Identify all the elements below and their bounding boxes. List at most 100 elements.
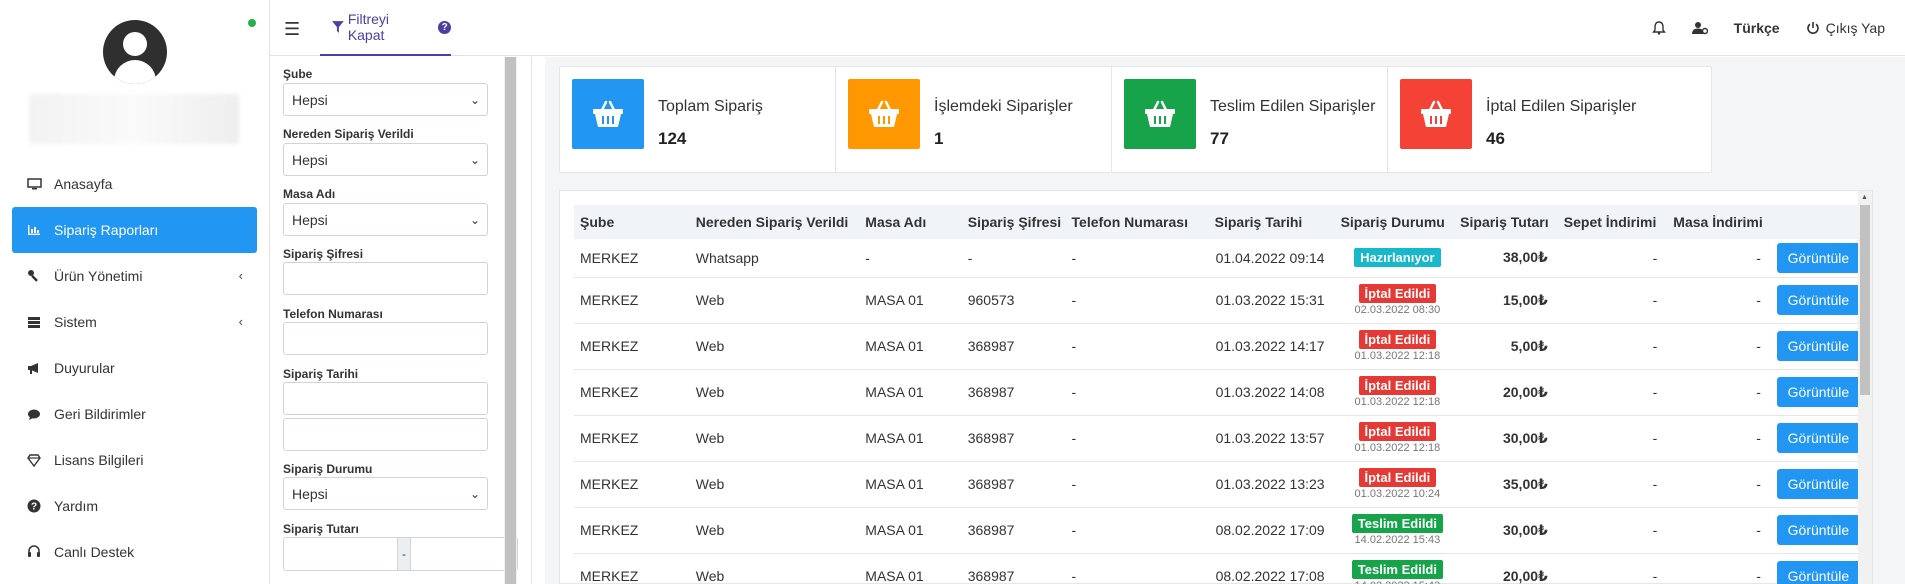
view-button[interactable]: Görüntüle	[1776, 331, 1860, 361]
cell-sube: MERKEZ	[574, 369, 690, 416]
status-date: 02.03.2022 08:30	[1354, 304, 1441, 316]
filter-scrollbar-thumb[interactable]	[505, 57, 516, 584]
status-date: 01.03.2022 10:24	[1354, 488, 1441, 500]
cell-sifre: 960573	[961, 277, 1066, 324]
cell-actions: Görüntüle	[1770, 507, 1860, 554]
cell-actions: Görüntüle	[1770, 553, 1860, 584]
language-selector[interactable]: Türkçe	[1734, 20, 1780, 36]
topbar: ☰ Filtreyi Kapat ? Türkçe Çıkış Yap	[270, 0, 1905, 56]
cell-nereden: Web	[689, 369, 860, 416]
question-icon: ?	[26, 498, 42, 514]
table-row: MERKEZ Web MASA 01 368987-01.03.2022 14:17 İ…	[574, 323, 1860, 370]
sidebar-item-sipariş-raporları[interactable]: Sipariş Raporları	[12, 207, 257, 253]
menu-toggle-icon[interactable]: ☰	[284, 19, 300, 40]
cell-status: Hazırlanıyor	[1334, 239, 1455, 278]
column-header[interactable]: Sipariş Durumu	[1334, 205, 1455, 239]
filter-toggle-tab[interactable]: Filtreyi Kapat ?	[320, 0, 452, 56]
view-button[interactable]: Görüntüle	[1776, 469, 1860, 499]
durum-label: Sipariş Durumu	[283, 462, 373, 476]
column-header[interactable]: Masa Adı	[859, 205, 962, 239]
logout-button[interactable]: Çıkış Yap	[1806, 20, 1885, 36]
cell-tutar: 38,00₺	[1454, 239, 1558, 278]
scroll-up-arrow-icon[interactable]: ▲	[1861, 194, 1868, 201]
sidebar-item-lisans-bilgileri[interactable]: Lisans Bilgileri	[12, 437, 257, 483]
basket-icon	[1145, 100, 1175, 127]
cell-masa-indirimi: -	[1667, 415, 1771, 462]
sidebar-item-geri-bildirimler[interactable]: Geri Bildirimler	[12, 391, 257, 437]
column-header[interactable]: Sepet İndirimi	[1557, 205, 1668, 239]
sidebar-item-label: Sistem	[54, 314, 97, 330]
view-button[interactable]: Görüntüle	[1776, 377, 1860, 407]
sidebar-item-label: Anasayfa	[54, 176, 113, 192]
column-header[interactable]: Telefon Numarası	[1065, 205, 1209, 239]
table-row: MERKEZ Whatsapp - - -01.04.2022 09:14 Hazırla…	[574, 239, 1860, 278]
cell-nereden: Web	[689, 553, 860, 584]
sube-select[interactable]: Hepsi ⌄	[283, 83, 488, 116]
column-header[interactable]: Masa İndirimi	[1667, 205, 1771, 239]
table-scrollbar-thumb[interactable]	[1860, 205, 1870, 395]
view-button[interactable]: Görüntüle	[1776, 285, 1860, 315]
table-scrollbar[interactable]: ▲	[1858, 191, 1872, 584]
sifre-input[interactable]	[283, 262, 488, 295]
masa-select[interactable]: Hepsi ⌄	[283, 203, 488, 236]
bell-icon[interactable]	[1651, 21, 1666, 35]
cell-masa: MASA 01	[859, 461, 962, 508]
stat-tile	[1400, 79, 1472, 149]
cell-sube: MERKEZ	[574, 277, 690, 324]
view-button[interactable]: Görüntüle	[1776, 561, 1860, 584]
power-icon	[1806, 22, 1819, 34]
view-button[interactable]: Görüntüle	[1776, 242, 1860, 273]
sidebar-item-label: Ürün Yönetimi	[54, 268, 143, 284]
table-row: MERKEZ Web MASA 01 368987-01.03.2022 14:08 İ…	[574, 369, 1860, 416]
cell-sifre: 368987	[961, 369, 1066, 416]
column-header[interactable]: Sipariş Şifresi	[961, 205, 1066, 239]
column-header[interactable]: Sipariş Tutarı	[1454, 205, 1558, 239]
durum-select[interactable]: Hepsi ⌄	[283, 477, 488, 510]
tutar-min-input[interactable]	[283, 537, 398, 571]
help-icon[interactable]: ?	[438, 20, 452, 34]
sidebar-item-label: Sipariş Raporları	[54, 222, 159, 238]
telefon-input[interactable]	[283, 322, 488, 355]
cell-masa-indirimi: -	[1667, 323, 1771, 370]
sidebar-item-duyurular[interactable]: Duyurular	[12, 345, 257, 391]
chevron-left-icon: ‹	[238, 314, 243, 329]
chevron-down-icon: ⌄	[469, 487, 480, 501]
avatar[interactable]	[103, 20, 167, 84]
cell-actions: Görüntüle	[1770, 323, 1860, 370]
cell-tutar: 20,00₺	[1454, 553, 1558, 584]
column-header[interactable]: Nereden Sipariş Verildi	[689, 205, 860, 239]
filter-scrollbar[interactable]	[504, 57, 517, 584]
orders-table-panel: Şube Nereden Sipariş Verildi Masa Adı Sipar…	[559, 190, 1873, 584]
masa-select-value: Hepsi	[292, 211, 328, 228]
stat-tile	[1124, 79, 1196, 149]
column-header[interactable]: Şube	[574, 205, 690, 239]
filter-icon	[332, 21, 344, 33]
orders-table: Şube Nereden Sipariş Verildi Masa Adı Sipar…	[574, 205, 1860, 584]
tarih-start-input[interactable]	[283, 382, 488, 415]
cell-sepet-indirimi: -	[1557, 239, 1668, 278]
nereden-select[interactable]: Hepsi ⌄	[283, 143, 488, 176]
cell-telefon: -	[1065, 277, 1209, 324]
sifre-label: Sipariş Şifresi	[283, 247, 364, 261]
sidebar-item-canlı-destek[interactable]: Canlı Destek	[12, 529, 257, 575]
user-settings-icon[interactable]	[1691, 21, 1708, 35]
sidebar-item-sistem[interactable]: Sistem ‹	[12, 299, 257, 345]
sidebar-item-ürün-yönetimi[interactable]: Ürün Yönetimi ‹	[12, 253, 257, 299]
sidebar-item-anasayfa[interactable]: Anasayfa	[12, 161, 257, 207]
status-date: 14.02.2022 15:43	[1354, 534, 1441, 546]
status-badge: İptal Edildi	[1358, 422, 1437, 441]
tarih-end-input[interactable]	[283, 418, 488, 451]
view-button[interactable]: Görüntüle	[1776, 423, 1860, 453]
status-badge: İptal Edildi	[1358, 468, 1437, 487]
stat-value: 77	[1210, 129, 1229, 148]
cell-status: İptal Edildi 02.03.2022 08:30	[1334, 277, 1455, 324]
table-row: MERKEZ Web MASA 01 368987-01.03.2022 13:23 İ…	[574, 461, 1860, 508]
tutar-max-input[interactable]	[410, 537, 518, 571]
cell-masa: -	[859, 239, 962, 278]
sidebar-item-yardım[interactable]: ? Yardım	[12, 483, 257, 529]
cell-masa: MASA 01	[859, 277, 962, 324]
view-button[interactable]: Görüntüle	[1776, 515, 1860, 545]
column-header[interactable]: Sipariş Tarihi	[1208, 205, 1335, 239]
comment-icon	[26, 406, 42, 422]
table-row: MERKEZ Web MASA 01 368987-08.02.2022 17:08 T…	[574, 553, 1860, 584]
